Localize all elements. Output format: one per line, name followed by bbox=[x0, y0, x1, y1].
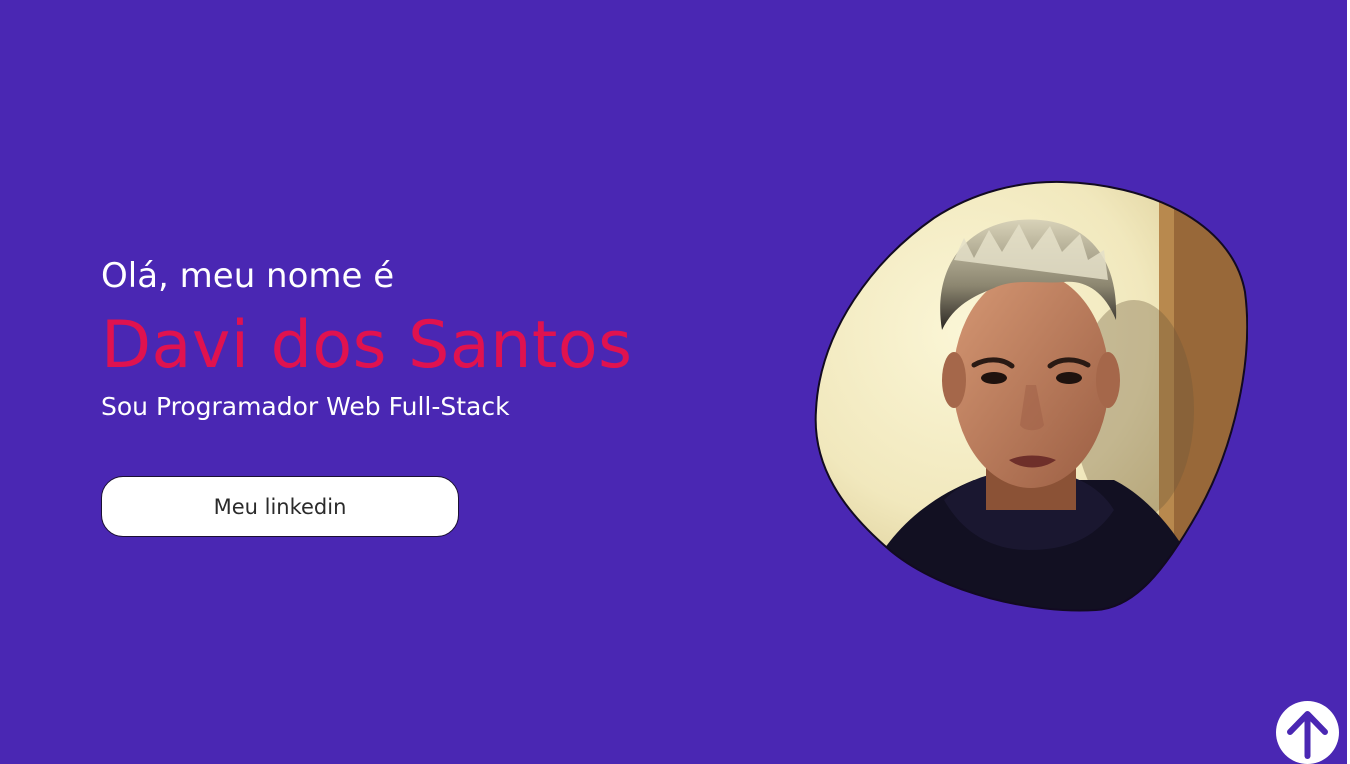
arrow-up-circle-icon[interactable] bbox=[1276, 701, 1339, 764]
hero-name: Davi dos Santos bbox=[101, 308, 633, 383]
greeting-text: Olá, meu nome é bbox=[101, 256, 395, 296]
hero-intro: Olá, meu nome é Davi dos Santos Sou Prog… bbox=[101, 254, 741, 424]
role-text: Sou Programador Web Full-Stack bbox=[101, 392, 510, 421]
hero-section: Olá, meu nome é Davi dos Santos Sou Prog… bbox=[0, 0, 1350, 764]
profile-photo bbox=[814, 180, 1248, 614]
linkedin-button[interactable]: Meu linkedin bbox=[101, 476, 459, 537]
